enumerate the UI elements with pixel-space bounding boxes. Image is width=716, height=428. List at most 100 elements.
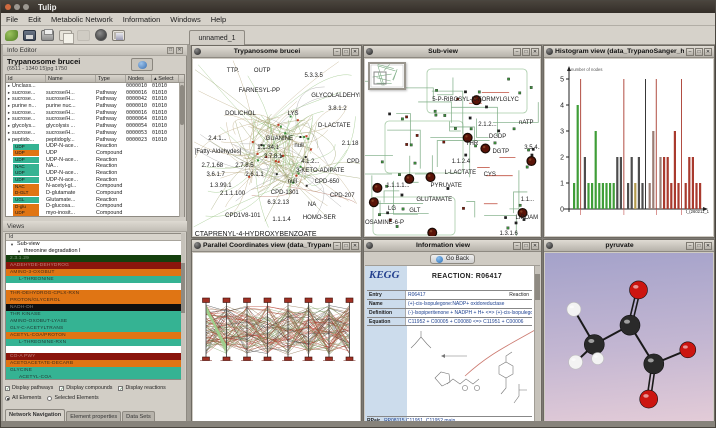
table-row[interactable]: ▸sucrose...sucrose/H...Pathway0000016010… (6, 110, 184, 117)
views-row[interactable]: ACETYL-COA (6, 374, 184, 380)
views-row[interactable]: THR KINASE (6, 311, 184, 318)
views-row[interactable]: GLYCINE (6, 367, 184, 374)
table-row[interactable]: NACNA...Reaction (6, 163, 184, 170)
save-icon[interactable] (23, 30, 36, 41)
column-header-type[interactable]: Type (96, 75, 126, 82)
views-row[interactable] (6, 346, 184, 353)
close-icon[interactable] (5, 4, 11, 10)
views-row[interactable] (6, 283, 184, 290)
table-row[interactable]: ▸Unclass...000001001010 (6, 83, 184, 90)
open-icon[interactable] (5, 30, 18, 41)
views-row[interactable]: AMINO-3-OXOBUT (6, 269, 184, 276)
minimize-icon[interactable] (14, 4, 20, 10)
checkbox-display-compounds[interactable]: ✓Display compounds (59, 385, 112, 391)
overview-inset[interactable] (368, 62, 406, 90)
window-information-view[interactable]: Information view–□✕ Go Back KEGG REACTIO… (363, 239, 542, 428)
views-row[interactable]: PROTON/GLYCEROL (6, 297, 184, 304)
table-row[interactable]: ▸glycolys...glycolysis ...Pathway0000054… (6, 123, 184, 130)
window-parallel-coordinates[interactable]: Parallel Coordinates view (data_TrypanoS… (191, 239, 362, 428)
close-button[interactable]: ✕ (704, 242, 712, 250)
tab-unnamed-1[interactable]: unnamed_1 (189, 30, 245, 45)
minimize-button[interactable]: – (333, 242, 341, 250)
table-row[interactable]: UDPUDP-N-ace...Reaction (6, 177, 184, 184)
tree-item-threonine-degradation-i[interactable]: ▾threonine degradation I (6, 248, 184, 255)
panel-float-button[interactable]: □ (167, 47, 174, 54)
checkbox-display-pathways[interactable]: ✓Display pathways (5, 385, 53, 391)
info-scrollbar[interactable] (534, 266, 540, 427)
close-button[interactable]: ✕ (531, 242, 539, 250)
checkbox-display-reactions[interactable]: ✓Display reactions (118, 385, 165, 391)
menu-windows[interactable]: Windows (170, 15, 200, 24)
menu-help[interactable]: Help (211, 15, 226, 24)
table-row[interactable]: UDPUDP-N-ace...Reaction (6, 157, 184, 164)
window-pyruvate[interactable]: pyruvate–□✕ (543, 239, 715, 428)
views-row[interactable]: ACETOACETATE-DECARB (6, 360, 184, 367)
table-row[interactable]: UDPmyo-inosit...Compound (6, 210, 184, 217)
column-header-name[interactable]: Name (46, 75, 96, 82)
table-row[interactable]: ▾peptido...peptidogly...Pathway000002301… (6, 137, 184, 144)
radio-selected-elements[interactable]: Selected Elements (47, 395, 98, 401)
maximize-button[interactable]: □ (695, 242, 703, 250)
close-button[interactable]: ✕ (351, 242, 359, 250)
molecule-3d-view[interactable] (545, 253, 713, 427)
snapshot-icon[interactable] (77, 30, 90, 41)
maximize-button[interactable]: □ (522, 242, 530, 250)
views-row[interactable]: ACETYL-COA/PROTON (6, 332, 184, 339)
maximize-button[interactable]: □ (342, 48, 350, 56)
maximize-icon[interactable] (23, 4, 29, 10)
table-row[interactable]: UDPUDPCompound (6, 150, 184, 157)
maximize-button[interactable]: □ (342, 242, 350, 250)
minimize-button[interactable]: – (513, 48, 521, 56)
views-row[interactable]: 2.3.1.29 (6, 255, 184, 262)
go-back-button[interactable]: Go Back (430, 254, 475, 264)
minimize-button[interactable]: – (686, 242, 694, 250)
table-scrollbar[interactable] (179, 83, 184, 217)
close-button[interactable]: ✕ (531, 48, 539, 56)
table-row[interactable]: D-GLTD-glutamateCompound (6, 190, 184, 197)
views-scrollbar[interactable] (180, 233, 185, 380)
tab-element-properties[interactable]: Element properties (66, 411, 121, 421)
views-row[interactable]: AMINO-OXOBUT-LYASE (6, 318, 184, 325)
views-row[interactable]: THR-DEHYDROG-CPLX-RXN (6, 290, 184, 297)
window-sub-view[interactable]: Sub-view–□✕ 5-P-RIBOSYL-N-FORMYLGLYC2.1.… (363, 45, 542, 238)
table-row[interactable]: UDPUDP-N-ace...Reaction (6, 170, 184, 177)
table-row[interactable]: ▸purine n...purine nuc...Pathway00000100… (6, 103, 184, 110)
menu-edit[interactable]: Edit (28, 15, 41, 24)
record-icon[interactable] (95, 29, 107, 41)
window-trypanosome-brucei[interactable]: Trypanosome brucei–□✕ TTP.OUTP5.3.3.5FAR… (191, 45, 362, 238)
window-histogram[interactable]: Histogram view (data_TrypanoSanger_hyper… (543, 45, 715, 238)
minimize-button[interactable]: – (513, 242, 521, 250)
copy-icon[interactable] (59, 30, 72, 41)
os-titlebar[interactable]: Tulip (1, 1, 716, 13)
menu-file[interactable]: File (6, 15, 18, 24)
table-row[interactable]: UDPUDP-N-ace...Reaction (6, 143, 184, 150)
column-header-id[interactable]: Id (6, 75, 46, 82)
image-icon[interactable] (112, 30, 125, 41)
close-button[interactable]: ✕ (351, 48, 359, 56)
tab-network-navigation[interactable]: Network Navigation (5, 409, 65, 421)
print-icon[interactable] (41, 30, 54, 41)
tab-data-sets[interactable]: Data Sets (122, 411, 155, 421)
views-row[interactable]: GLY-C-ACETYLTRANS (6, 325, 184, 332)
views-row[interactable]: NADH-DH (6, 304, 184, 311)
close-button[interactable]: ✕ (704, 48, 712, 56)
table-row[interactable]: D-gluD-glucosa...Compound (6, 203, 184, 210)
column-header-nodes[interactable]: Nodes (126, 75, 152, 82)
radio-all-elements[interactable]: All Elements (5, 395, 41, 401)
graph-info-button[interactable] (131, 58, 153, 71)
views-row[interactable]: L-THREONINE (6, 276, 184, 283)
table-row[interactable]: NACN-acetyl-gl...Compound (6, 183, 184, 190)
table-row[interactable]: ▸sucrose...sucrose/H...Pathway0000053010… (6, 130, 184, 137)
column-header-select[interactable]: ▴ Select (152, 75, 179, 82)
views-row[interactable]: AADEHYDE-DEHYDROG (6, 262, 184, 269)
table-row[interactable]: ▸sucrose...sucrose/H...Pathway0000042010… (6, 96, 184, 103)
table-row[interactable]: UGLGlutamate...Reaction (6, 197, 184, 204)
views-row[interactable]: CO-A PWY (6, 353, 184, 360)
maximize-button[interactable]: □ (522, 48, 530, 56)
minimize-button[interactable]: – (333, 48, 341, 56)
tree-item-sub-view[interactable]: ▾Sub-view (6, 241, 184, 248)
maximize-button[interactable]: □ (695, 48, 703, 56)
menu-metabolic-network[interactable]: Metabolic Network (51, 15, 113, 24)
table-row[interactable]: ▸sucrose...sucrose/H...Pathway0000064010… (6, 116, 184, 123)
table-row[interactable]: ▸sucrose...sucrose/H...Pathway0000016010… (6, 90, 184, 97)
